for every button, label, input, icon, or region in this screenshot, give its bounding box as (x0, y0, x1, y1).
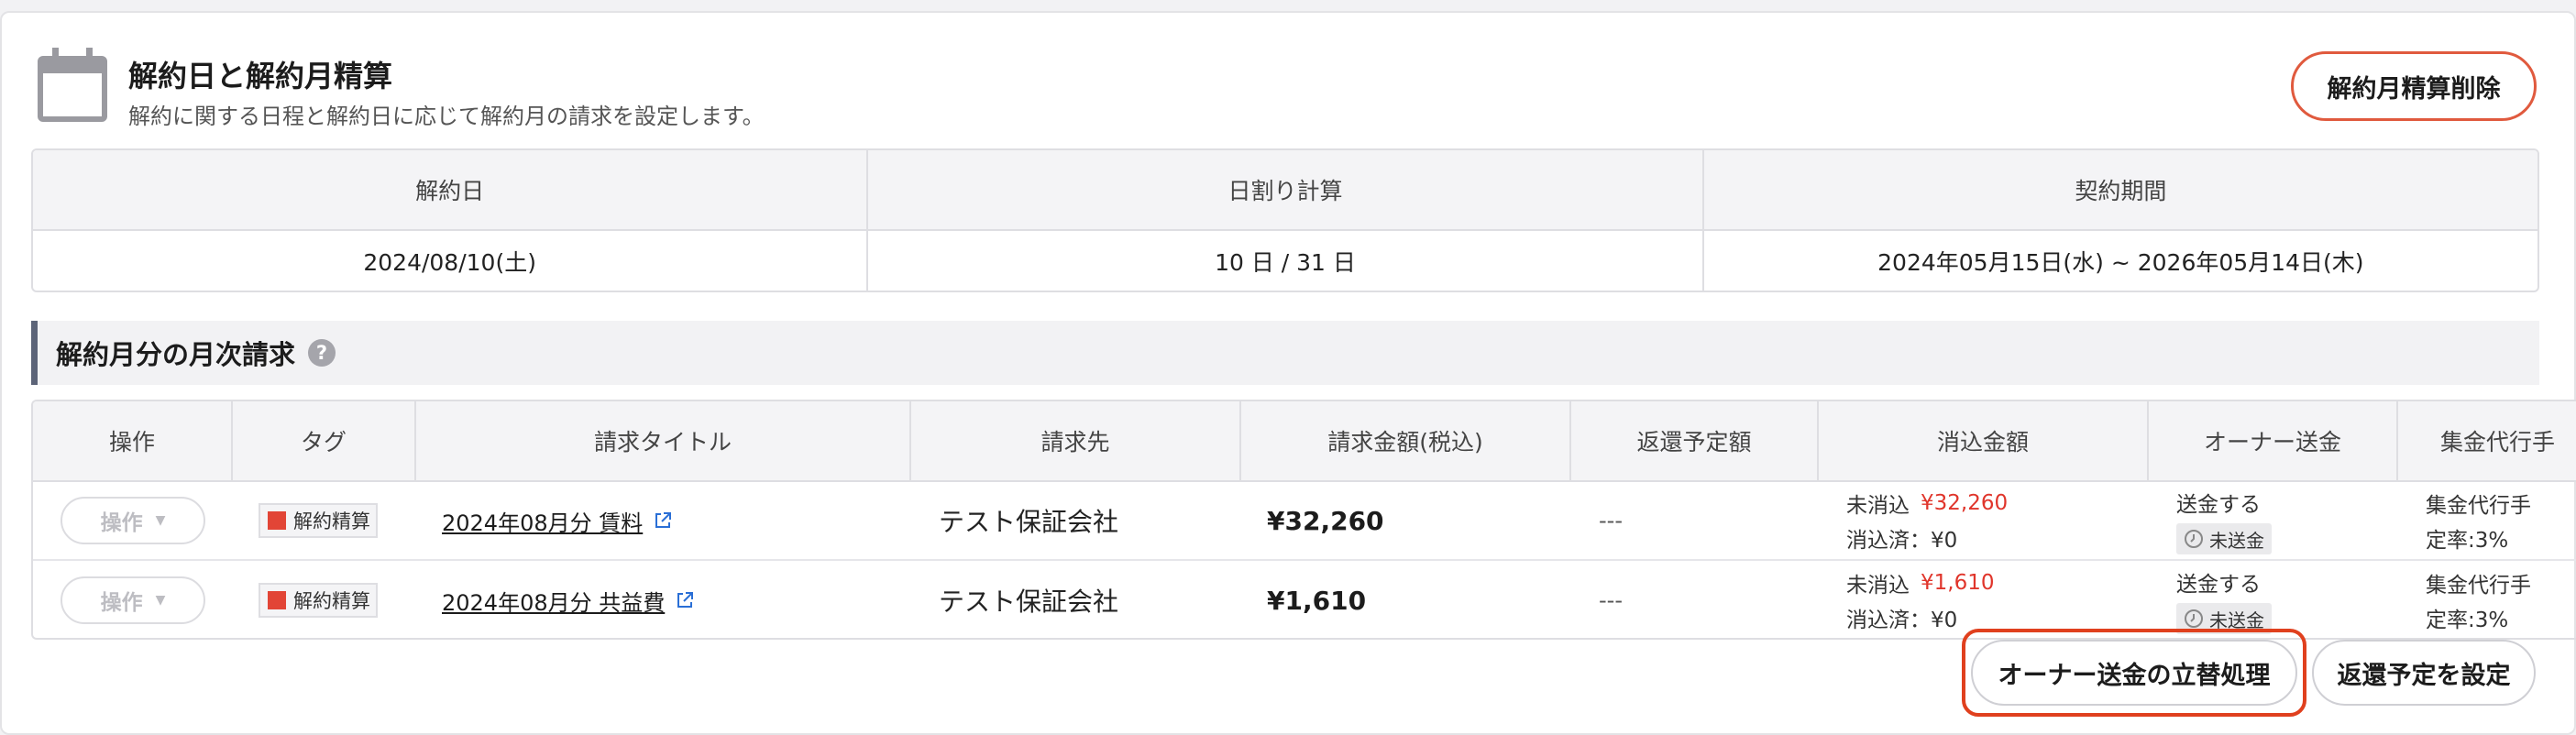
summary-header-proration: 日割り計算 (868, 150, 1704, 229)
summary-proration: 10 日 / 31 日 (868, 231, 1704, 291)
reconciled-amount: 消込済：¥0 (1846, 609, 1958, 632)
billing-amount: ¥1,610 (1267, 585, 1367, 616)
tag-badge: 解約精算 (259, 583, 378, 618)
agency-fee-cell: 集金代行手 定率:3% (2426, 494, 2531, 553)
reconciliation-cell: 未消込 ¥32,260 消込済：¥0 (1846, 491, 2009, 553)
caret-down-icon: ▼ (155, 593, 166, 608)
col-billing-title: 請求タイトル (416, 401, 911, 480)
help-icon[interactable]: ? (308, 339, 336, 367)
table-row: 操作 ▼ 解約精算 2024年08月分 賃料 テスト保証会社 ¥32,260 -… (33, 482, 2576, 561)
caret-down-icon: ▼ (155, 513, 166, 528)
unreconciled-amount: ¥1,610 (1921, 571, 1995, 595)
agency-fee-cell: 集金代行手 定率:3% (2426, 574, 2531, 632)
payer-name: テスト保証会社 (939, 507, 1119, 537)
tag-color-swatch (268, 511, 286, 530)
set-refund-button[interactable]: 返還予定を設定 (2312, 640, 2536, 706)
col-refund: 返還予定額 (1571, 401, 1819, 480)
col-reconciled: 消込金額 (1819, 401, 2149, 480)
calendar-icon (38, 48, 107, 122)
termination-settlement-card: 解約日と解約月精算 解約に関する日程と解約日に応じて解約月の請求を設定します。 … (0, 11, 2576, 735)
clock-icon (2185, 530, 2203, 548)
summary-header-termination-date: 解約日 (33, 150, 869, 229)
owner-advance-button[interactable]: オーナー送金の立替処理 (1971, 640, 2297, 706)
page-subtitle: 解約に関する日程と解約日に応じて解約月の請求を設定します。 (128, 104, 765, 129)
owner-remittance-status: 送金する (2176, 493, 2261, 517)
col-amount: 請求金額(税込) (1241, 401, 1571, 480)
col-operations: 操作 (33, 401, 233, 480)
external-link-icon[interactable] (654, 511, 672, 530)
summary-termination-date: 2024/08/10(土) (33, 231, 869, 291)
section-title: 解約月分の月次請求 (56, 339, 296, 370)
unreconciled-amount: ¥32,260 (1921, 491, 2009, 515)
summary-contract-period: 2024年05月15日(水) ~ 2026年05月14日(木) (1877, 248, 2364, 276)
summary-header-row: 解約日 日割り計算 契約期間 (33, 150, 2537, 231)
summary-value-row: 2024/08/10(土) 10 日 / 31 日 2024年05月15日(水)… (33, 231, 2537, 291)
table-header-row: 操作 タグ 請求タイトル 請求先 請求金額(税込) 返還予定額 消込金額 オーナ… (33, 401, 2576, 482)
owner-remittance-status: 送金する (2176, 573, 2261, 597)
operations-dropdown[interactable]: 操作 ▼ (61, 576, 205, 624)
monthly-billing-section-header: 解約月分の月次請求 ? (31, 321, 2539, 385)
owner-remittance-cell: 送金する 未送金 (2149, 482, 2398, 559)
refund-amount: --- (1599, 587, 1623, 613)
delete-settlement-button[interactable]: 解約月精算削除 (2291, 51, 2537, 121)
page-title: 解約日と解約月精算 (128, 59, 393, 93)
col-tag: タグ (233, 401, 416, 480)
col-agency-fee: 集金代行手 (2440, 429, 2556, 455)
external-link-icon[interactable] (676, 591, 694, 609)
tag-badge: 解約精算 (259, 503, 378, 538)
payer-name: テスト保証会社 (939, 587, 1119, 617)
col-owner-remittance: オーナー送金 (2149, 401, 2398, 480)
remittance-badge: 未送金 (2176, 523, 2272, 554)
refund-amount: --- (1599, 508, 1623, 533)
col-payer: 請求先 (911, 401, 1241, 480)
billing-title-link[interactable]: 2024年08月分 賃料 (442, 505, 643, 537)
monthly-billing-table: 操作 タグ 請求タイトル 請求先 請求金額(税込) 返還予定額 消込金額 オーナ… (31, 400, 2576, 640)
billing-amount: ¥32,260 (1267, 505, 1384, 536)
billing-title-link[interactable]: 2024年08月分 共益費 (442, 585, 665, 617)
termination-summary-table: 解約日 日割り計算 契約期間 2024/08/10(土) 10 日 / 31 日… (31, 148, 2539, 292)
clock-icon (2185, 609, 2203, 628)
operations-dropdown[interactable]: 操作 ▼ (61, 497, 205, 544)
summary-header-contract-period: 契約期間 (2075, 178, 2167, 204)
reconciled-amount: 消込済：¥0 (1846, 529, 1958, 553)
tag-color-swatch (268, 591, 286, 609)
